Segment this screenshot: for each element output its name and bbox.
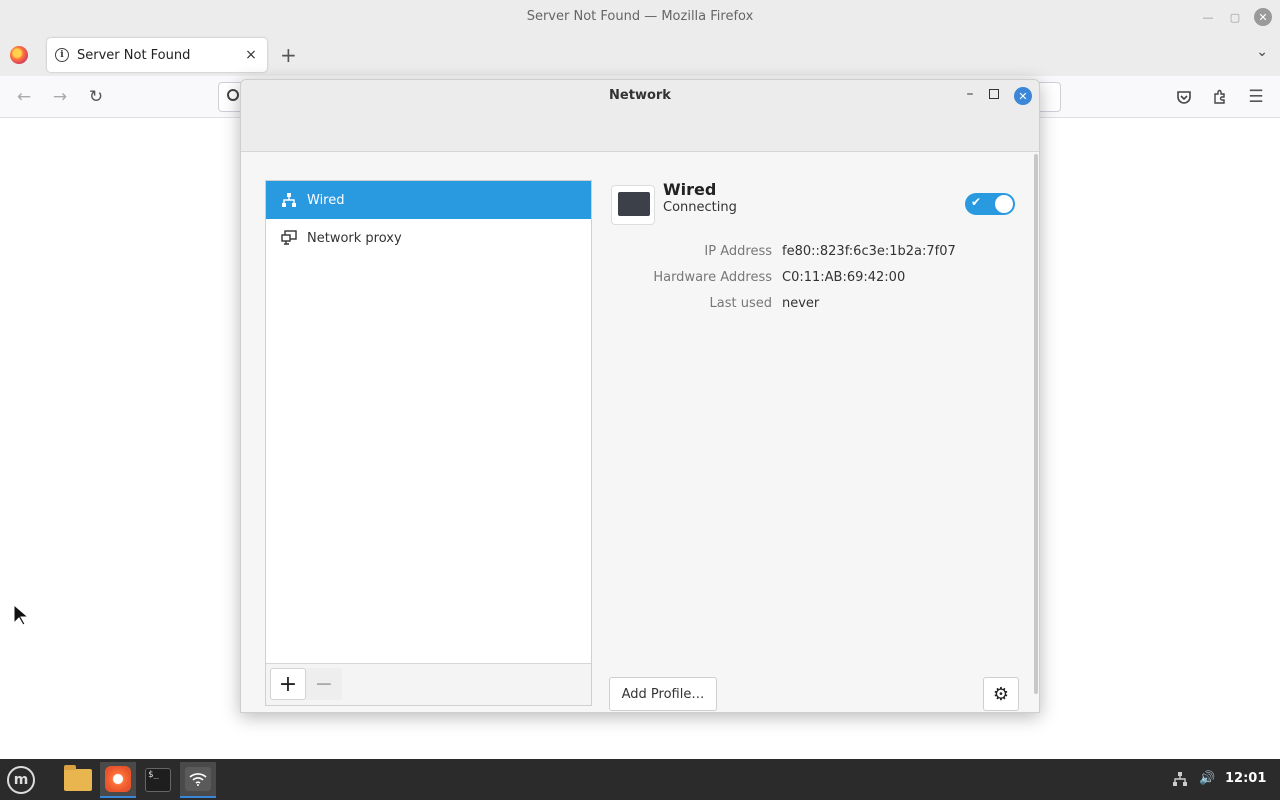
firefox-titlebar: Server Not Found — Mozilla Firefox — ▢ ✕ — [0, 0, 1280, 34]
info-icon: i — [55, 48, 69, 62]
dialog-close-button[interactable]: ✕ — [1014, 87, 1032, 105]
tab-close-button[interactable]: × — [241, 47, 261, 63]
property-label: Hardware Address — [653, 269, 772, 285]
wired-enable-toggle[interactable]: ✔ — [965, 193, 1015, 215]
minimize-icon[interactable]: — — [1199, 8, 1217, 26]
dialog-header: Network – ✕ — [241, 80, 1039, 152]
property-label: Last used — [709, 295, 772, 311]
pocket-icon[interactable] — [1173, 86, 1195, 108]
device-name: Wired — [663, 180, 717, 199]
forward-arrow-icon[interactable]: → — [49, 86, 71, 108]
add-connection-button[interactable]: + — [270, 668, 306, 700]
gear-icon: ⚙ — [992, 683, 1010, 705]
network-proxy-icon — [280, 229, 298, 247]
new-tab-button[interactable]: + — [280, 43, 297, 67]
firefox-launcher[interactable] — [100, 762, 136, 798]
network-settings-taskbar-item[interactable] — [180, 762, 216, 798]
search-icon — [227, 89, 239, 101]
linux-mint-logo-icon: m — [7, 766, 35, 794]
dialog-maximize-icon[interactable] — [989, 89, 999, 99]
sidebar-item-label: Network proxy — [307, 230, 402, 246]
add-profile-button[interactable]: Add Profile… — [609, 677, 717, 711]
dialog-title: Network — [609, 88, 671, 103]
firefox-icon — [105, 766, 131, 792]
device-properties: IP Address fe80::823f:6c3e:1b2a:7f07 Har… — [609, 238, 1017, 316]
property-value: never — [782, 295, 820, 311]
window-title: Server Not Found — Mozilla Firefox — [526, 9, 754, 24]
ethernet-device-icon — [611, 185, 655, 225]
terminal-launcher[interactable]: $_ — [140, 762, 176, 798]
folder-icon — [64, 765, 92, 791]
connection-sidebar: Wired Network proxy + − — [265, 180, 592, 706]
settings-gear-button[interactable]: ⚙ — [983, 677, 1019, 711]
extensions-icon[interactable] — [1209, 86, 1231, 108]
device-status: Connecting — [663, 200, 737, 215]
property-value: C0:11:AB:69:42:00 — [782, 269, 906, 285]
property-row-last-used: Last used never — [609, 290, 1017, 316]
network-tray-icon[interactable] — [1172, 771, 1188, 791]
sidebar-toolbar: + − — [266, 663, 591, 705]
tab-label: Server Not Found — [77, 47, 191, 63]
sidebar-item-label: Wired — [307, 192, 345, 208]
tab-server-not-found[interactable]: i Server Not Found × — [47, 38, 267, 72]
remove-connection-button[interactable]: − — [306, 668, 342, 700]
back-arrow-icon[interactable]: ← — [13, 86, 35, 108]
sidebar-item-wired[interactable]: Wired — [266, 181, 591, 219]
property-value: fe80::823f:6c3e:1b2a:7f07 — [782, 243, 956, 259]
wifi-icon — [185, 767, 211, 791]
mouse-cursor-icon — [13, 604, 29, 626]
connection-details: Wired Connecting ✔ IP Address fe80::823f… — [609, 180, 1019, 711]
property-row-hardware-address: Hardware Address C0:11:AB:69:42:00 — [609, 264, 1017, 290]
property-row-ip-address: IP Address fe80::823f:6c3e:1b2a:7f07 — [609, 238, 1017, 264]
network-dialog: Network – ✕ Wired Network proxy + − Wire… — [240, 79, 1040, 713]
sidebar-item-network-proxy[interactable]: Network proxy — [266, 219, 591, 257]
files-launcher[interactable] — [60, 762, 96, 798]
reload-icon[interactable]: ↻ — [85, 86, 107, 108]
close-window-button[interactable]: ✕ — [1254, 8, 1272, 26]
taskbar: m $_ 🔊 12:01 — [0, 759, 1280, 800]
toggle-knob — [995, 195, 1013, 213]
menu-icon[interactable]: ☰ — [1245, 86, 1267, 108]
property-label: IP Address — [704, 243, 772, 259]
dialog-scrollbar[interactable] — [1034, 154, 1038, 694]
clock[interactable]: 12:01 — [1225, 771, 1266, 786]
volume-icon[interactable]: 🔊 — [1199, 771, 1215, 786]
tab-bar: i Server Not Found × + ⌄ — [0, 34, 1280, 76]
dialog-minimize-icon[interactable]: – — [961, 86, 979, 104]
terminal-icon: $_ — [145, 768, 171, 792]
check-icon: ✔ — [971, 195, 982, 209]
firefox-logo-icon — [10, 46, 28, 64]
menu-button[interactable]: m — [3, 762, 39, 798]
maximize-icon[interactable]: ▢ — [1226, 8, 1244, 26]
wired-network-icon — [280, 191, 298, 209]
list-tabs-chevron-icon[interactable]: ⌄ — [1256, 44, 1268, 60]
